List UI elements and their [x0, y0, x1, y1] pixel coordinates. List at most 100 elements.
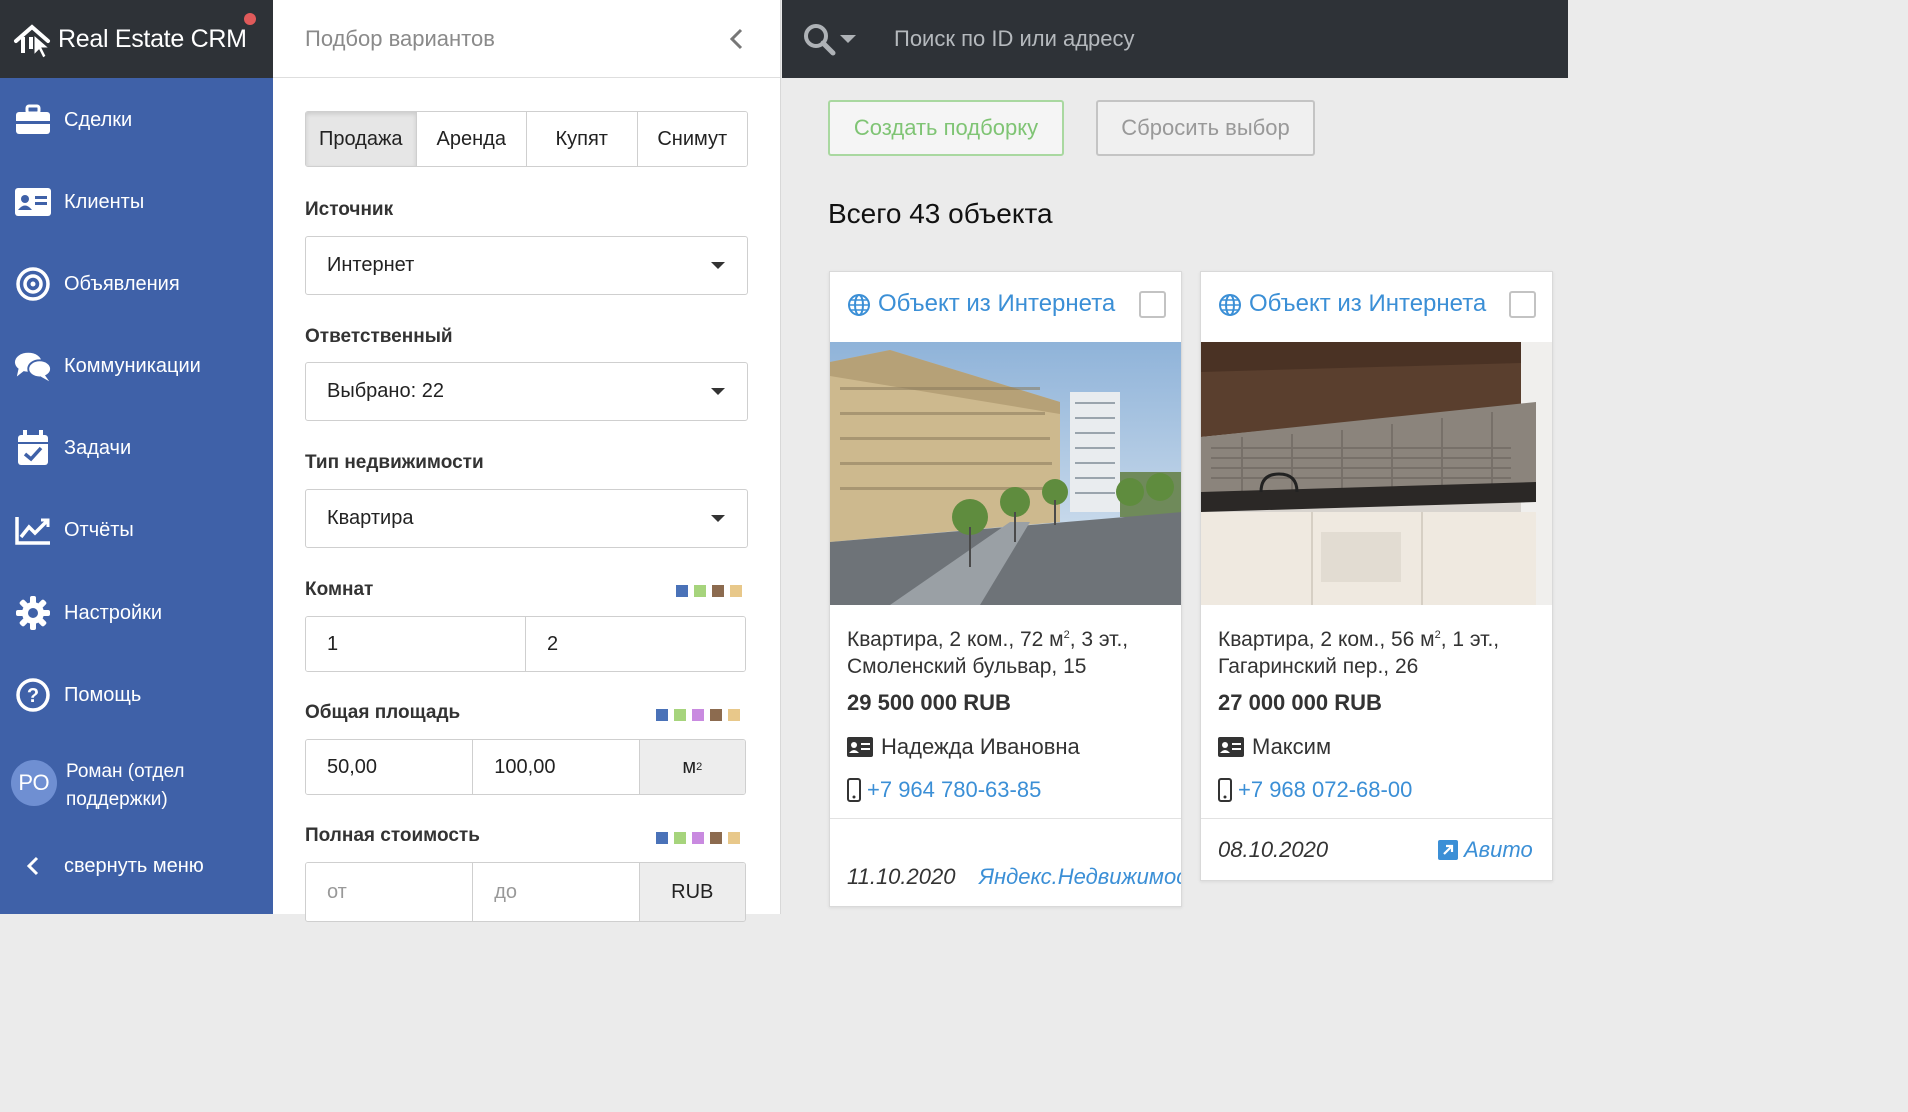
search-icon[interactable] — [802, 22, 836, 56]
property-type-select[interactable]: Квартира — [305, 489, 748, 548]
brand-header[interactable]: Real Estate CRM — [0, 0, 273, 78]
property-type-value: Квартира — [327, 507, 414, 529]
property-card[interactable]: Объект из Интернета Квартира, 2 ком., 56… — [1200, 271, 1553, 881]
search-input[interactable] — [894, 22, 1494, 56]
user-name[interactable]: Роман (отдел поддержки) — [66, 758, 266, 814]
nav-item-settings[interactable]: Настройки — [0, 583, 273, 643]
results-total: Всего 43 объекта — [828, 198, 1053, 229]
card-agent: Надежда Ивановна — [847, 734, 1080, 760]
nav-label: Настройки — [64, 601, 163, 624]
nav-label: Задачи — [64, 436, 132, 459]
card-header: Объект из Интернета — [830, 272, 1181, 342]
color-swatch[interactable] — [728, 709, 740, 721]
external-link-icon — [1438, 840, 1458, 860]
color-swatch[interactable] — [674, 709, 686, 721]
color-swatch[interactable] — [656, 709, 668, 721]
property-photo[interactable] — [1201, 342, 1552, 605]
price-to-input[interactable]: до — [472, 863, 639, 921]
nav-item-clients[interactable]: Клиенты — [0, 172, 273, 232]
nav-item-communications[interactable]: Коммуникации — [0, 336, 273, 396]
card-phone[interactable]: +7 968 072-68-00 — [1218, 777, 1412, 803]
card-checkbox[interactable] — [1509, 291, 1536, 318]
rooms-from-input[interactable]: 1 — [306, 617, 525, 671]
filter-panel: Подбор вариантов Продажа Аренда Купят Сн… — [273, 0, 781, 922]
color-swatch[interactable] — [692, 709, 704, 721]
color-swatch[interactable] — [694, 585, 706, 597]
reset-selection-button[interactable]: Сбросить выбор — [1096, 100, 1315, 156]
source-value: Интернет — [327, 254, 415, 276]
color-swatch[interactable] — [730, 585, 742, 597]
create-selection-button[interactable]: Создать подборку — [828, 100, 1064, 156]
price-label: Полная стоимость — [305, 825, 480, 846]
card-date: 08.10.2020 — [1218, 837, 1329, 862]
color-swatch[interactable] — [674, 832, 686, 844]
color-swatch[interactable] — [712, 585, 724, 597]
globe-icon — [1219, 294, 1241, 316]
property-card[interactable]: Объект из Интернета Квартира, 2 ком., 72… — [829, 271, 1182, 907]
card-price: 27 000 000 RUB — [1218, 690, 1382, 715]
filter-header: Подбор вариантов — [273, 0, 780, 78]
card-source-link[interactable]: Авито — [1438, 837, 1533, 863]
nav-item-deals[interactable]: Сделки — [0, 90, 273, 150]
chat-bubbles-icon — [14, 347, 52, 385]
card-title[interactable]: Объект из Интернета — [878, 290, 1115, 318]
nav-label: Сделки — [64, 108, 133, 131]
color-swatch[interactable] — [692, 832, 704, 844]
deal-type-rent-seek[interactable]: Снимут — [636, 112, 747, 166]
contact-card-icon — [847, 737, 873, 757]
card-source-link[interactable]: Яндекс.Недвижимость — [979, 864, 1181, 890]
logo-icon — [14, 24, 51, 59]
card-description: Квартира, 2 ком., 72 м2, 3 эт., Смоленск… — [847, 628, 1129, 678]
area-range: 50,00 100,00 м2 — [305, 739, 746, 795]
responsible-value: Выбрано: 22 — [327, 380, 444, 402]
color-swatch[interactable] — [728, 832, 740, 844]
color-swatch[interactable] — [676, 585, 688, 597]
caret-down-icon[interactable] — [840, 35, 856, 43]
card-phone-number: +7 968 072-68-00 — [1238, 777, 1413, 802]
svg-text:?: ? — [27, 685, 39, 707]
card-date: 11.10.2020 — [847, 864, 956, 889]
nav-label: Объявления — [64, 272, 180, 295]
source-label: Источник — [305, 199, 394, 220]
chevron-left-icon[interactable] — [722, 24, 752, 54]
caret-down-icon — [711, 515, 725, 522]
nav-item-help[interactable]: ? Помощь — [0, 665, 273, 725]
nav-label: Коммуникации — [64, 354, 201, 377]
property-photo[interactable] — [830, 342, 1181, 605]
target-icon — [14, 265, 52, 303]
help-circle-icon: ? — [14, 676, 52, 714]
rooms-color-swatches[interactable] — [676, 585, 742, 597]
card-agent-name: Максим — [1252, 734, 1332, 759]
avatar[interactable]: РО — [11, 760, 57, 806]
area-to-input[interactable]: 100,00 — [472, 740, 639, 794]
filter-title: Подбор вариантов — [305, 25, 495, 51]
deal-type-rent[interactable]: Аренда — [415, 112, 526, 166]
rooms-to-input[interactable]: 2 — [525, 617, 745, 671]
mobile-phone-icon — [847, 778, 861, 802]
deal-type-sale[interactable]: Продажа — [306, 112, 416, 166]
collapse-menu-label: свернуть меню — [64, 854, 204, 877]
price-from-input[interactable]: от — [306, 863, 473, 921]
card-phone[interactable]: +7 964 780-63-85 — [847, 777, 1041, 803]
color-swatch[interactable] — [710, 832, 722, 844]
card-header: Объект из Интернета — [1201, 272, 1552, 342]
card-source-name: Яндекс.Недвижимость — [979, 864, 1181, 889]
price-color-swatches[interactable] — [656, 832, 740, 844]
deal-type-buy[interactable]: Купят — [526, 112, 637, 166]
color-swatch[interactable] — [710, 709, 722, 721]
area-from-input[interactable]: 50,00 — [306, 740, 473, 794]
nav-item-listings[interactable]: Объявления — [0, 254, 273, 314]
rooms-label: Комнат — [305, 579, 374, 600]
color-swatch[interactable] — [656, 832, 668, 844]
card-divider — [830, 818, 1181, 819]
chevron-left-icon — [14, 847, 52, 885]
responsible-select[interactable]: Выбрано: 22 — [305, 362, 748, 421]
card-checkbox[interactable] — [1139, 291, 1166, 318]
price-currency[interactable]: RUB — [638, 863, 745, 921]
source-select[interactable]: Интернет — [305, 236, 748, 295]
collapse-menu-button[interactable]: свернуть меню — [0, 836, 273, 896]
area-color-swatches[interactable] — [656, 709, 740, 721]
nav-item-tasks[interactable]: Задачи — [0, 418, 273, 478]
nav-item-reports[interactable]: Отчёты — [0, 500, 273, 560]
card-title[interactable]: Объект из Интернета — [1249, 290, 1486, 318]
